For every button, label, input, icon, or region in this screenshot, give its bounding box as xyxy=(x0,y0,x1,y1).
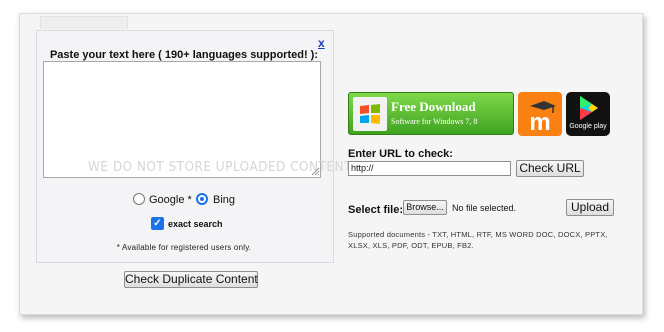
browse-button[interactable]: Browse... xyxy=(403,200,447,215)
bing-radio-label: Bing xyxy=(213,194,236,206)
url-label: Enter URL to check: xyxy=(348,148,453,160)
check-url-button[interactable]: Check URL xyxy=(516,160,584,177)
registered-users-note: * Available for registered users only. xyxy=(116,243,252,252)
url-input[interactable]: http:// xyxy=(348,161,511,176)
tab-stub xyxy=(40,16,128,29)
file-label: Select file: xyxy=(348,204,404,216)
banner-subtitle: Software for Windows 7, 8 xyxy=(391,117,478,126)
upload-button[interactable]: Upload xyxy=(566,199,614,216)
google-play-icon[interactable]: Google play xyxy=(566,92,610,136)
moodle-icon[interactable]: m xyxy=(518,92,562,136)
close-link[interactable]: x xyxy=(318,36,325,50)
bing-radio[interactable] xyxy=(196,193,208,205)
supported-documents: Supported documents - TXT, HTML, RTF, MS… xyxy=(348,230,608,250)
svg-text:m: m xyxy=(529,109,550,136)
check-duplicate-button[interactable]: Check Duplicate Content xyxy=(124,271,258,288)
paste-label: Paste your text here ( 190+ languages su… xyxy=(49,49,319,61)
google-radio[interactable] xyxy=(133,193,145,205)
google-play-label: Google play xyxy=(569,123,607,130)
resize-grip-icon[interactable] xyxy=(310,166,320,176)
file-status: No file selected. xyxy=(452,203,517,213)
windows-logo-icon xyxy=(353,97,387,131)
banner-title: Free Download xyxy=(391,99,476,114)
exact-search-label: exact search xyxy=(168,219,223,229)
google-radio-label: Google * xyxy=(149,194,192,206)
exact-search-checkbox[interactable]: ✓ xyxy=(151,217,164,230)
free-download-banner[interactable]: Free Download Software for Windows 7, 8 xyxy=(348,92,514,135)
